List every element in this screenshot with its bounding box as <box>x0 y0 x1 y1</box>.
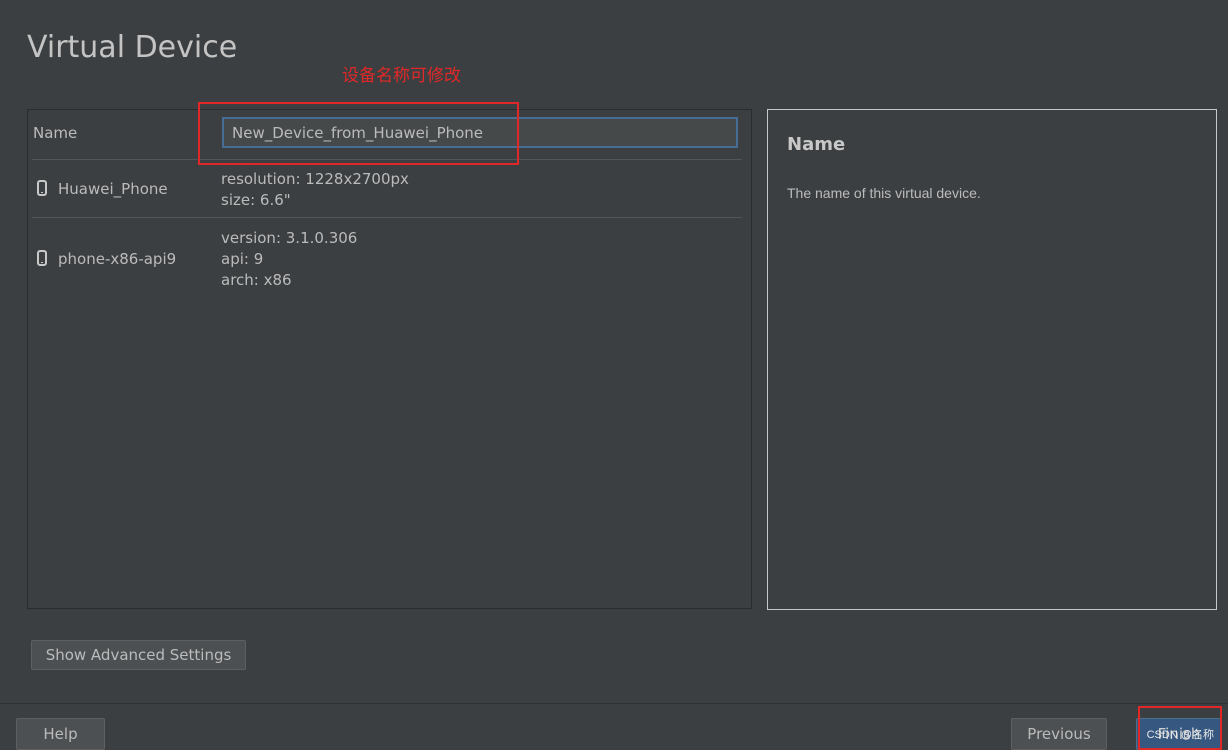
device-name-input[interactable] <box>222 117 738 148</box>
phone-icon <box>37 180 47 196</box>
help-button[interactable]: Help <box>16 718 105 750</box>
help-panel: Name The name of this virtual device. <box>767 109 1217 610</box>
resolution-value: resolution: 1228x2700px <box>221 170 409 188</box>
help-title: Name <box>787 134 846 155</box>
api-value: api: 9 <box>221 250 264 268</box>
hardware-profile-details: resolution: 1228x2700px size: 6.6" <box>221 169 409 211</box>
arch-value: arch: x86 <box>221 271 292 289</box>
watermark: CSDN @名称 <box>1146 729 1214 741</box>
system-image-name: phone-x86-api9 <box>58 250 177 268</box>
virtual-device-dialog: Virtual Device 设备名称可修改 Name Huawei_Phone… <box>0 0 1228 750</box>
page-title: Virtual Device <box>27 30 238 65</box>
show-advanced-settings-button[interactable]: Show Advanced Settings <box>31 640 246 670</box>
device-config-panel: Name Huawei_Phone resolution: 1228x2700p… <box>27 109 752 609</box>
footer-divider <box>0 703 1228 704</box>
divider <box>32 217 742 218</box>
name-label: Name <box>33 124 78 142</box>
annotation-label: 设备名称可修改 <box>342 66 461 86</box>
divider <box>32 159 742 160</box>
help-description: The name of this virtual device. <box>787 185 981 201</box>
version-value: version: 3.1.0.306 <box>221 229 358 247</box>
size-value: size: 6.6" <box>221 191 291 209</box>
phone-icon <box>37 250 47 266</box>
hardware-profile-name: Huawei_Phone <box>58 180 168 198</box>
previous-button[interactable]: Previous <box>1011 718 1107 750</box>
system-image-details: version: 3.1.0.306 api: 9 arch: x86 <box>221 228 357 291</box>
